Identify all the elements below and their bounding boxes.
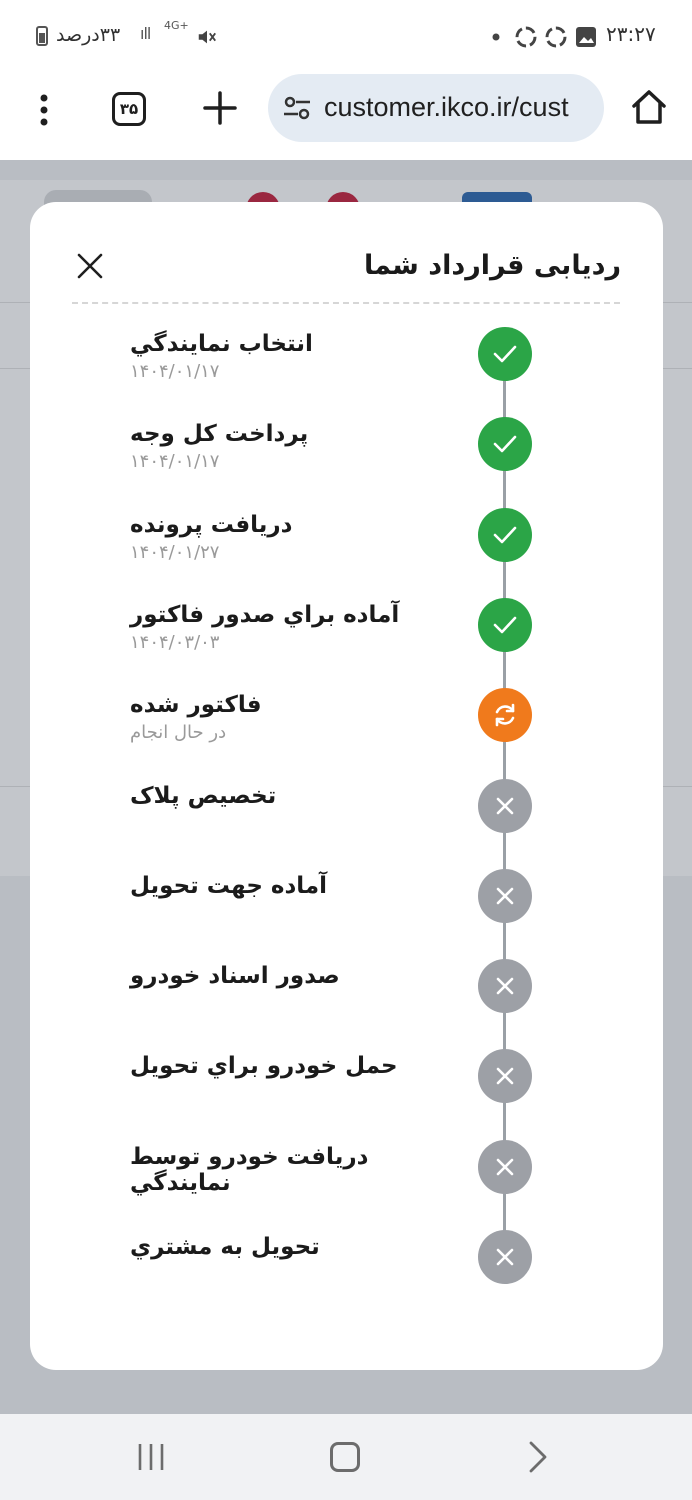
url-text[interactable]: customer.ikco.ir/cust [324, 92, 569, 123]
step-label: تخصیص پلاک [130, 782, 277, 809]
timeline-step: آماده براي صدور فاکتور ۱۴۰۴/۰۳/۰۳ [30, 597, 663, 688]
timeline-step: حمل خودرو براي تحويل [30, 1049, 663, 1139]
step-label: حمل خودرو براي تحويل [130, 1053, 398, 1080]
timeline-step: تخصیص پلاک [30, 778, 663, 869]
tab-count: ۳۵ [119, 100, 139, 118]
step-text: فاکتور شده در حال انجام [130, 692, 460, 743]
step-date: ۱۴۰۴/۰۳/۰۳ [130, 631, 220, 653]
notification-icons [492, 26, 596, 48]
step-text: تخصیص پلاک [130, 783, 460, 809]
battery-text: ۳۳درصد [56, 24, 121, 46]
status-bar: ۳۳درصد ıll 4G+ ۲۳:۲۷ [0, 0, 692, 72]
step-label: آماده جهت تحويل [130, 872, 328, 899]
step-label: تحويل به مشتري [130, 1234, 320, 1260]
step-text: دریافت پرونده ۱۴۰۴/۰۱/۲۷ [130, 512, 460, 563]
step-date: ۱۴۰۴/۰۱/۱۷ [130, 361, 220, 382]
check-icon [478, 327, 532, 381]
step-label: آماده براي صدور فاکتور [130, 601, 400, 628]
step-text: صدور اسناد خودرو [130, 963, 460, 989]
modal-title: ردیابی قرارداد شما [364, 250, 621, 281]
step-label: دریافت پرونده [130, 511, 293, 538]
timeline-step: دریافت پرونده ۱۴۰۴/۰۱/۲۷ [30, 507, 663, 598]
x-icon [478, 868, 532, 923]
x-icon [478, 778, 532, 833]
step-text: آماده براي صدور فاکتور ۱۴۰۴/۰۳/۰۳ [130, 602, 460, 653]
home-icon[interactable] [628, 86, 670, 128]
back-icon[interactable] [526, 1440, 550, 1474]
check-icon [478, 507, 532, 562]
signal-icon: ıll [140, 24, 151, 43]
x-icon [478, 1049, 532, 1104]
status-time: ۲۳:۲۷ [606, 22, 656, 46]
recents-icon[interactable] [136, 1442, 166, 1472]
close-icon[interactable] [74, 250, 106, 282]
tab-switcher-button[interactable]: ۳۵ [112, 92, 146, 126]
site-settings-icon[interactable] [282, 94, 312, 122]
check-icon [478, 417, 532, 472]
step-text: تحويل به مشتري [130, 1234, 460, 1260]
address-bar[interactable]: customer.ikco.ir/cust [268, 74, 604, 142]
step-date: ۱۴۰۴/۰۱/۱۷ [130, 451, 220, 473]
step-status: در حال انجام [130, 722, 227, 744]
x-icon [478, 959, 532, 1014]
x-icon [478, 1139, 532, 1194]
step-text: دريافت خودرو توسط نمايندگي [130, 1144, 460, 1196]
step-label: پرداخت کل وجه [130, 421, 309, 448]
browser-toolbar: ۳۵ customer.ikco.ir/cust [0, 72, 692, 160]
check-icon [478, 597, 532, 652]
timeline-step: دريافت خودرو توسط نمايندگي [30, 1139, 663, 1230]
battery-icon [36, 26, 48, 46]
step-text: آماده جهت تحويل [130, 873, 460, 899]
step-text: پرداخت کل وجه ۱۴۰۴/۰۱/۱۷ [130, 421, 460, 472]
step-label: دريافت خودرو توسط نمايندگي [130, 1143, 369, 1196]
step-label: انتخاب نمايندگي [130, 331, 313, 357]
home-nav-icon[interactable] [330, 1442, 360, 1472]
refresh-icon [478, 688, 532, 743]
mute-icon [198, 30, 216, 44]
network-type: 4G+ [164, 19, 189, 32]
more-menu-icon[interactable] [30, 90, 58, 130]
step-label: فاکتور شده [130, 692, 262, 719]
timeline-step: فاکتور شده در حال انجام [30, 688, 663, 778]
step-text: انتخاب نمايندگي ۱۴۰۴/۰۱/۱۷ [130, 331, 460, 382]
step-label: صدور اسناد خودرو [130, 963, 340, 990]
timeline-step: تحويل به مشتري [30, 1230, 663, 1320]
modal-divider [72, 302, 620, 304]
timeline-step: پرداخت کل وجه ۱۴۰۴/۰۱/۱۷ [30, 417, 663, 507]
timeline-step: انتخاب نمايندگي ۱۴۰۴/۰۱/۱۷ [30, 327, 663, 417]
contract-tracking-modal: ردیابی قرارداد شما انتخاب نمايندگي ۱۴۰۴/۰… [30, 202, 663, 1370]
timeline-step: آماده جهت تحويل [30, 868, 663, 959]
timeline-step: صدور اسناد خودرو [30, 959, 663, 1049]
new-tab-icon[interactable] [200, 88, 240, 128]
step-date: ۱۴۰۴/۰۱/۲۷ [130, 541, 220, 563]
x-icon [478, 1230, 532, 1284]
system-nav-bar [0, 1414, 692, 1500]
step-text: حمل خودرو براي تحويل [130, 1053, 460, 1079]
